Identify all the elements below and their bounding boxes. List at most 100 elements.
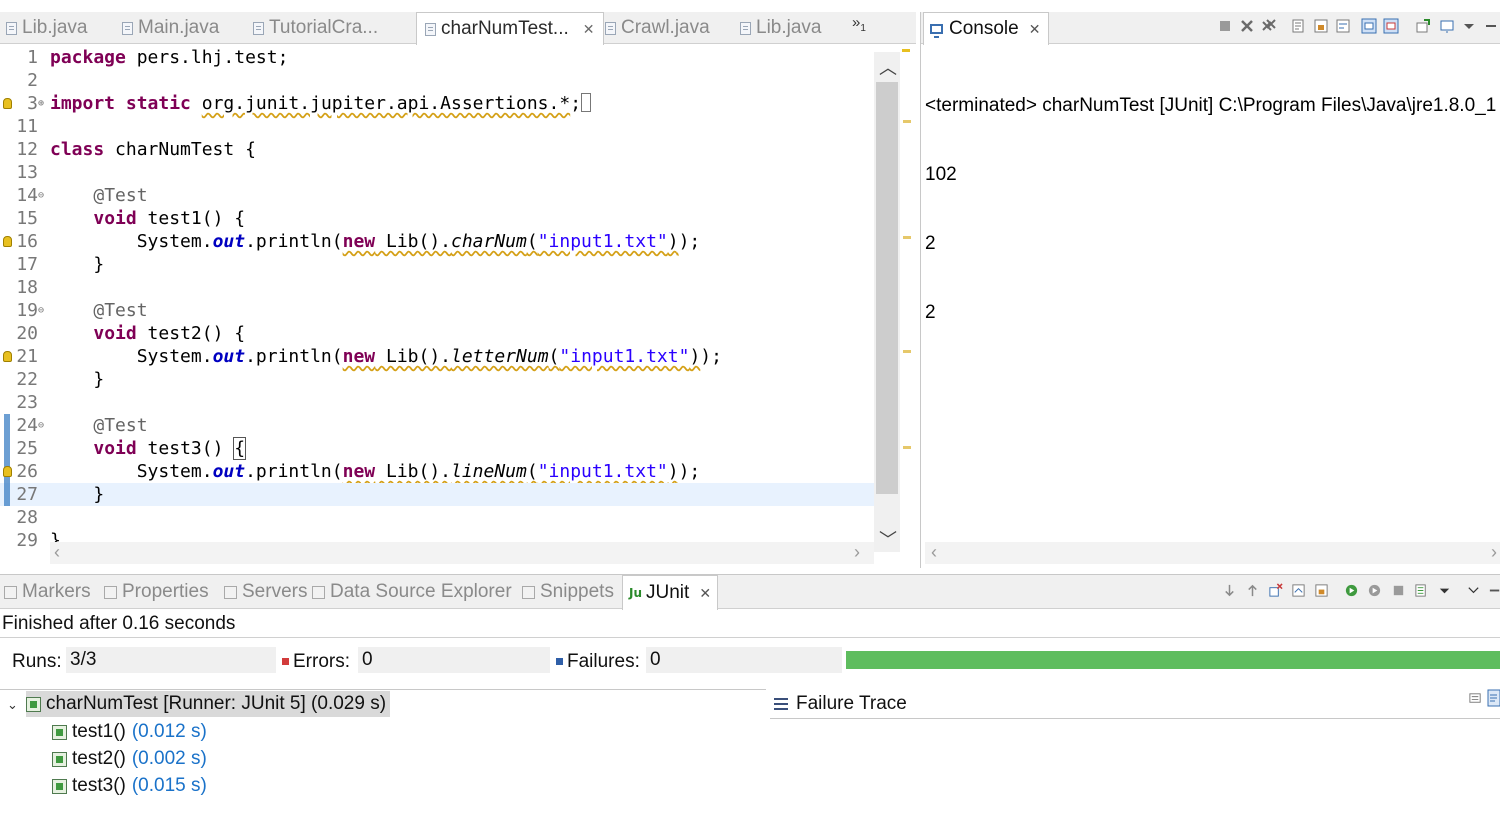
show-failures-only-icon[interactable] xyxy=(1268,583,1283,598)
pin-console-icon[interactable] xyxy=(1415,18,1431,34)
tab-junit[interactable]: Ju JUnit ✕ xyxy=(622,575,719,610)
close-icon[interactable]: ✕ xyxy=(1029,21,1041,38)
code-line[interactable]: 2 xyxy=(0,69,874,92)
view-menu-icon[interactable] xyxy=(1466,583,1481,598)
code-line[interactable]: 16 System.out.println(new Lib().charNum(… xyxy=(0,230,874,253)
code-line[interactable]: 26 System.out.println(new Lib().lineNum(… xyxy=(0,460,874,483)
editor-tab-lib-java-2[interactable]: Lib.java xyxy=(740,12,822,44)
stop-test-run-icon[interactable] xyxy=(1391,583,1406,598)
code-line[interactable]: 18 xyxy=(0,276,874,299)
code-text: System.out.println(new Lib().charNum("in… xyxy=(50,231,701,252)
overview-warning-mark[interactable] xyxy=(903,236,911,239)
tab-label: Snippets xyxy=(540,581,614,602)
minimize-icon[interactable] xyxy=(1488,583,1500,598)
code-line[interactable]: 24 ⊖ @Test xyxy=(0,414,874,437)
code-line[interactable]: 15 void test1() { xyxy=(0,207,874,230)
line-number: 2 xyxy=(27,70,38,91)
scroll-lock-icon[interactable] xyxy=(1313,18,1329,34)
console-tab-label: Console xyxy=(949,18,1019,39)
previous-failure-icon[interactable] xyxy=(1245,583,1260,598)
test-tree-item-test3[interactable]: test3() (0.015 s) xyxy=(52,773,207,799)
test-run-history-icon[interactable] xyxy=(1414,583,1429,598)
chevron-down-icon[interactable]: ⌄ xyxy=(7,697,18,713)
remove-all-icon[interactable] xyxy=(1261,18,1277,34)
show-console-on-output-icon[interactable] xyxy=(1361,18,1377,34)
chevron-down-icon[interactable] xyxy=(1461,18,1477,34)
code-line[interactable]: 1 package pers.lhj.test; xyxy=(0,46,874,69)
next-failure-icon[interactable] xyxy=(1222,583,1237,598)
scroll-lock-icon[interactable] xyxy=(1314,583,1329,598)
show-skipped-tests-icon[interactable] xyxy=(1291,583,1306,598)
overview-ruler[interactable] xyxy=(900,52,914,552)
overview-warning-mark[interactable] xyxy=(903,120,911,123)
editor-tab-charnumtest[interactable]: charNumTest... ✕ xyxy=(416,12,604,45)
scroll-left-icon[interactable]: ‹ xyxy=(931,542,937,563)
compare-results-icon[interactable] xyxy=(1468,691,1483,706)
code-text: package pers.lhj.test; xyxy=(50,47,289,68)
code-line[interactable]: 28 xyxy=(0,506,874,529)
code-line[interactable]: 17 } xyxy=(0,253,874,276)
tab-overflow-button[interactable]: »1 xyxy=(852,14,866,34)
close-icon[interactable]: ✕ xyxy=(583,21,595,38)
editor-tab-lib-java-1[interactable]: Lib.java xyxy=(6,12,88,44)
code-line[interactable]: 23 xyxy=(0,391,874,414)
scroll-up-icon[interactable]: ︿ xyxy=(879,54,897,80)
expand-fold-icon[interactable]: ⊕ xyxy=(38,92,44,115)
collapse-fold-icon[interactable]: ⊖ xyxy=(38,414,44,437)
stack-trace-icon xyxy=(774,697,788,710)
code-line[interactable]: 25 void test3() { xyxy=(0,437,874,460)
line-number: 13 xyxy=(16,162,38,183)
rerun-test-icon[interactable] xyxy=(1344,583,1359,598)
minimize-icon[interactable] xyxy=(1483,18,1499,34)
code-line[interactable]: 27 } xyxy=(0,483,874,506)
tab-servers[interactable]: Servers xyxy=(224,575,307,609)
collapse-fold-icon[interactable]: ⊖ xyxy=(38,184,44,207)
code-line[interactable]: 22 } xyxy=(0,368,874,391)
code-line[interactable]: 3 ⊕ import static org.junit.jupiter.api.As… xyxy=(0,92,874,115)
test-tree-root[interactable]: charNumTest [Runner: JUnit 5] (0.029 s) xyxy=(26,691,391,717)
editor-tab-tutorialcrawl[interactable]: TutorialCra... xyxy=(253,12,378,44)
overview-warning-mark[interactable] xyxy=(903,350,911,353)
overview-warning-mark[interactable] xyxy=(903,446,911,449)
scroll-down-icon[interactable]: ﹀ xyxy=(879,526,897,552)
code-line[interactable]: 14 ⊖ @Test xyxy=(0,184,874,207)
code-line[interactable]: 19 ⊖ @Test xyxy=(0,299,874,322)
code-line[interactable]: 11 xyxy=(0,115,874,138)
tab-console[interactable]: Console ✕ xyxy=(923,12,1050,45)
test-tree-item-test2[interactable]: test2() (0.002 s) xyxy=(52,746,207,772)
remove-launch-icon[interactable] xyxy=(1239,18,1255,34)
code-line[interactable]: 20 void test2() { xyxy=(0,322,874,345)
filter-stack-trace-icon[interactable] xyxy=(1487,689,1500,707)
scroll-left-icon[interactable]: ‹ xyxy=(54,542,60,563)
clear-console-icon[interactable] xyxy=(1291,18,1307,34)
test-tree-item-test1[interactable]: test1() (0.012 s) xyxy=(52,719,207,745)
editor-tab-main-java[interactable]: Main.java xyxy=(122,12,219,44)
collapsed-imports-icon[interactable] xyxy=(581,93,592,112)
rerun-failed-first-icon[interactable] xyxy=(1367,583,1382,598)
tab-snippets[interactable]: Snippets xyxy=(522,575,614,609)
editor-vertical-scrollbar[interactable]: ︿ ﹀ xyxy=(874,52,900,552)
editor-tab-crawl-java[interactable]: Crawl.java xyxy=(605,12,710,44)
console-output[interactable]: <terminated> charNumTest [JUnit] C:\Prog… xyxy=(925,48,1499,370)
display-selected-console-icon[interactable] xyxy=(1439,18,1455,34)
close-icon[interactable]: ✕ xyxy=(699,585,711,602)
scroll-right-icon[interactable]: › xyxy=(854,542,860,563)
code-line[interactable]: 21 System.out.println(new Lib().letterNu… xyxy=(0,345,874,368)
code-line[interactable]: 12 class charNumTest { xyxy=(0,138,874,161)
scrollbar-thumb[interactable] xyxy=(876,82,898,494)
tab-properties[interactable]: Properties xyxy=(104,575,209,609)
line-number: 28 xyxy=(16,507,38,528)
tab-markers[interactable]: Markers xyxy=(4,575,91,609)
tab-data-source-explorer[interactable]: Data Source Explorer xyxy=(312,575,512,609)
chevron-down-icon[interactable] xyxy=(1437,583,1452,598)
terminate-icon[interactable] xyxy=(1217,18,1233,34)
word-wrap-icon[interactable] xyxy=(1335,18,1351,34)
collapse-fold-icon[interactable]: ⊖ xyxy=(38,299,44,322)
line-number: 22 xyxy=(16,369,38,390)
scroll-right-icon[interactable]: › xyxy=(1491,542,1497,563)
code-editor[interactable]: 1 package pers.lhj.test; 2 3 ⊕ import static … xyxy=(0,46,874,552)
show-console-on-error-icon[interactable] xyxy=(1383,18,1399,34)
editor-horizontal-scrollbar[interactable]: ‹ › xyxy=(50,542,874,564)
console-horizontal-scrollbar[interactable]: ‹ › xyxy=(925,542,1500,564)
code-line[interactable]: 13 xyxy=(0,161,874,184)
